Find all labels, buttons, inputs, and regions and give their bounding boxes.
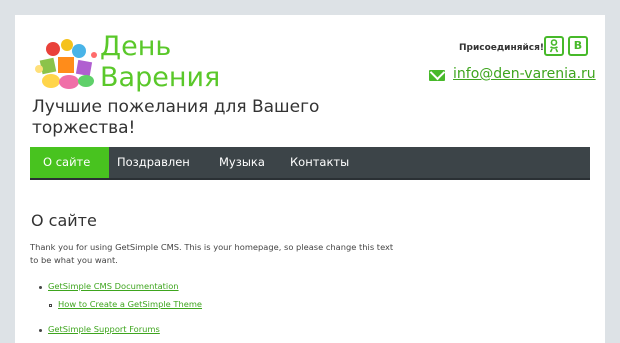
vk-icon[interactable]: В <box>568 36 588 56</box>
nav-item-greetings[interactable]: Поздравлен <box>109 147 198 178</box>
link-theme[interactable]: How to Create a GetSimple Theme <box>58 299 202 309</box>
site-tagline: Лучшие пожелания для Вашего торжества! <box>32 97 320 138</box>
site-title-line-1: День <box>100 31 172 62</box>
join-label: Присоединяйся! <box>459 43 544 53</box>
main-nav: О сайте Поздравлен Музыка Контакты <box>30 147 590 180</box>
nav-item-music[interactable]: Музыка <box>211 147 273 178</box>
site-logo[interactable] <box>31 37 101 93</box>
site-title[interactable]: День Варения <box>100 31 220 93</box>
vk-glyph: В <box>573 39 583 52</box>
intro-paragraph: Thank you for using GetSimple CMS. This … <box>30 242 394 265</box>
nav-item-contacts[interactable]: Контакты <box>282 147 357 178</box>
site-title-line-2: Варения <box>100 62 221 93</box>
link-docs[interactable]: GetSimple CMS Documentation <box>48 281 179 291</box>
nav-item-about[interactable]: О сайте <box>30 147 109 178</box>
odnoklassniki-glyph-icon <box>549 39 559 53</box>
sublist-bullet <box>49 304 52 307</box>
email-link[interactable]: info@den-varenia.ru <box>453 66 596 82</box>
list-bullet <box>39 329 42 332</box>
mail-icon <box>429 70 445 81</box>
list-bullet <box>39 286 42 289</box>
page-heading: О сайте <box>31 211 97 230</box>
link-forums[interactable]: GetSimple Support Forums <box>48 324 160 334</box>
odnoklassniki-icon[interactable] <box>544 36 564 56</box>
page-container: День Варения Лучшие пожелания для Вашего… <box>15 15 605 343</box>
